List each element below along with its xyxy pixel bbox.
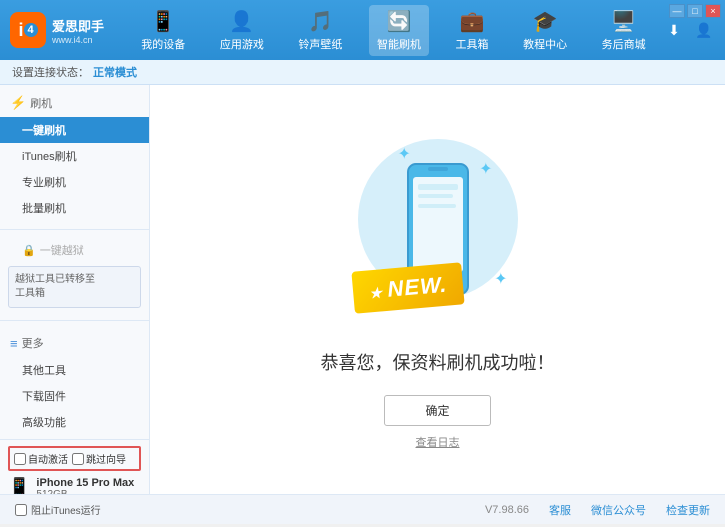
sidebar-flash-header: ⚡ 刷机 (0, 89, 149, 117)
nav-flash[interactable]: 🔄 智能刷机 (369, 5, 429, 56)
nav-tools-label: 工具箱 (456, 36, 489, 52)
sidebar-disabled-jailbreak: 🔒 一键越狱 (0, 238, 149, 262)
device-storage: 512GB (36, 489, 134, 494)
itunes-check: 阻止iTunes运行 (15, 502, 101, 517)
close-button[interactable]: × (705, 4, 721, 18)
footer-customer-service[interactable]: 客服 (549, 502, 571, 518)
apps-icon: 👤 (229, 9, 254, 34)
sidebar-item-batch[interactable]: 批量刷机 (0, 195, 149, 221)
sidebar-item-pro[interactable]: 专业刷机 (0, 169, 149, 195)
logo-icon: i4 (10, 12, 46, 48)
logo-sub: www.i4.cn (52, 35, 104, 45)
device-panel: 自动激活 跳过向导 📱 iPhone 15 Pro Max 512GB iPho… (0, 439, 149, 494)
auto-activate-text: 自动激活 (28, 451, 68, 466)
guide-export-text: 跳过向导 (86, 451, 126, 466)
new-badge: NEW. (351, 262, 465, 313)
flash-icon: 🔄 (387, 9, 412, 34)
logo-text: 爱思即手 www.i4.cn (52, 16, 104, 45)
sidebar-flash-section: ⚡ 刷机 一键刷机 iTunes刷机 专业刷机 批量刷机 (0, 85, 149, 225)
status-mode: 正常模式 (93, 64, 137, 80)
nav-tutorial-label: 教程中心 (523, 36, 567, 52)
sidebar-more-label: 更多 (22, 335, 44, 351)
nav-items: 📱 我的设备 👤 应用游戏 🎵 铃声壁纸 🔄 智能刷机 💼 工具箱 🎓 教程中心… (124, 5, 663, 56)
sidebar-notice: 越狱工具已转移至工具箱 (8, 266, 141, 308)
download-button[interactable]: ⬇ (663, 19, 685, 41)
nav-tools[interactable]: 💼 工具箱 (448, 5, 497, 56)
sidebar-flash-label: 刷机 (30, 95, 52, 111)
guide-export-checkbox[interactable] (72, 453, 84, 465)
nav-ringtone[interactable]: 🎵 铃声壁纸 (290, 5, 350, 56)
nav-tutorial[interactable]: 🎓 教程中心 (515, 5, 575, 56)
confirm-button[interactable]: 确定 (384, 395, 490, 426)
window-controls: — □ × (669, 4, 721, 18)
device-info: 📱 iPhone 15 Pro Max 512GB iPhone (8, 477, 141, 494)
device-details: iPhone 15 Pro Max 512GB iPhone (36, 477, 134, 494)
flash-section-icon: ⚡ (10, 95, 26, 111)
auto-activate-label[interactable]: 自动激活 (14, 451, 68, 466)
guide-export-label[interactable]: 跳过向导 (72, 451, 126, 466)
sidebar: ⚡ 刷机 一键刷机 iTunes刷机 专业刷机 批量刷机 🔒 一键越狱 越狱工具… (0, 85, 150, 494)
footer-check-update[interactable]: 检查更新 (666, 502, 710, 518)
nav-app-games-label: 应用游戏 (220, 36, 264, 52)
itunes-label: 阻止iTunes运行 (31, 502, 101, 517)
footer-wechat[interactable]: 微信公众号 (591, 502, 646, 518)
nav-app-games[interactable]: 👤 应用游戏 (212, 5, 272, 56)
sidebar-item-other-tools[interactable]: 其他工具 (0, 357, 149, 383)
sidebar-item-download-firmware[interactable]: 下载固件 (0, 383, 149, 409)
phone-container: ✦ ✦ ✦ NEW. (348, 129, 528, 329)
sidebar-divider-2 (0, 320, 149, 321)
nav-flash-label: 智能刷机 (377, 36, 421, 52)
music-icon: 🎵 (308, 9, 333, 34)
sidebar-divider-1 (0, 229, 149, 230)
phone-icon: 📱 (151, 9, 176, 34)
maximize-button[interactable]: □ (687, 4, 703, 18)
main-layout: ⚡ 刷机 一键刷机 iTunes刷机 专业刷机 批量刷机 🔒 一键越狱 越狱工具… (0, 85, 725, 494)
device-name: iPhone 15 Pro Max (36, 477, 134, 489)
success-illustration: ✦ ✦ ✦ NEW. (348, 129, 528, 329)
sparkle-icon-2: ✦ (479, 159, 492, 179)
store-icon: 🖥️ (611, 9, 636, 34)
lock-icon: 🔒 (22, 244, 36, 257)
log-link[interactable]: 查看日志 (416, 434, 460, 450)
nav-store-label: 务后商城 (602, 36, 646, 52)
tutorial-icon: 🎓 (533, 9, 558, 34)
status-prefix: 设置连接状态： (12, 64, 89, 80)
header: i4 爱思即手 www.i4.cn 📱 我的设备 👤 应用游戏 🎵 铃声壁纸 🔄… (0, 0, 725, 60)
content-area: ✦ ✦ ✦ NEW. 恭喜您，保资料刷机成功啦！ 确定 (150, 85, 725, 494)
sidebar-more-header: ≡ 更多 (0, 329, 149, 357)
nav-store[interactable]: 🖥️ 务后商城 (594, 5, 654, 56)
sidebar-jailbreak-label: 一键越狱 (40, 242, 84, 258)
nav-my-device-label: 我的设备 (141, 36, 185, 52)
nav-ringtone-label: 铃声壁纸 (298, 36, 342, 52)
more-section-icon: ≡ (10, 336, 18, 351)
sidebar-more-section: ≡ 更多 其他工具 下载固件 高级功能 (0, 325, 149, 439)
auto-activate-checkbox[interactable] (14, 453, 26, 465)
sidebar-notice-text: 越狱工具已转移至工具箱 (15, 274, 95, 299)
user-button[interactable]: 👤 (693, 19, 715, 41)
logo-name: 爱思即手 (52, 16, 104, 35)
minimize-button[interactable]: — (669, 4, 685, 18)
footer: 阻止iTunes运行 V7.98.66 客服 微信公众号 检查更新 (0, 494, 725, 524)
sidebar-item-advanced[interactable]: 高级功能 (0, 409, 149, 435)
footer-version: V7.98.66 (485, 504, 529, 516)
device-phone-icon: 📱 (8, 477, 30, 494)
header-right: ⬇ 👤 (663, 19, 715, 41)
status-bar: 设置连接状态： 正常模式 (0, 60, 725, 85)
success-text: 恭喜您，保资料刷机成功啦！ (321, 349, 555, 375)
sidebar-jailbreak-section: 🔒 一键越狱 越狱工具已转移至工具箱 (0, 234, 149, 316)
sidebar-item-onekey[interactable]: 一键刷机 (0, 117, 149, 143)
toolbox-icon: 💼 (460, 9, 485, 34)
sidebar-item-itunes[interactable]: iTunes刷机 (0, 143, 149, 169)
nav-my-device[interactable]: 📱 我的设备 (133, 5, 193, 56)
sparkle-icon-3: ✦ (494, 269, 507, 289)
auto-controls: 自动激活 跳过向导 (8, 446, 141, 471)
itunes-checkbox[interactable] (15, 504, 27, 516)
logo: i4 爱思即手 www.i4.cn (10, 12, 104, 48)
